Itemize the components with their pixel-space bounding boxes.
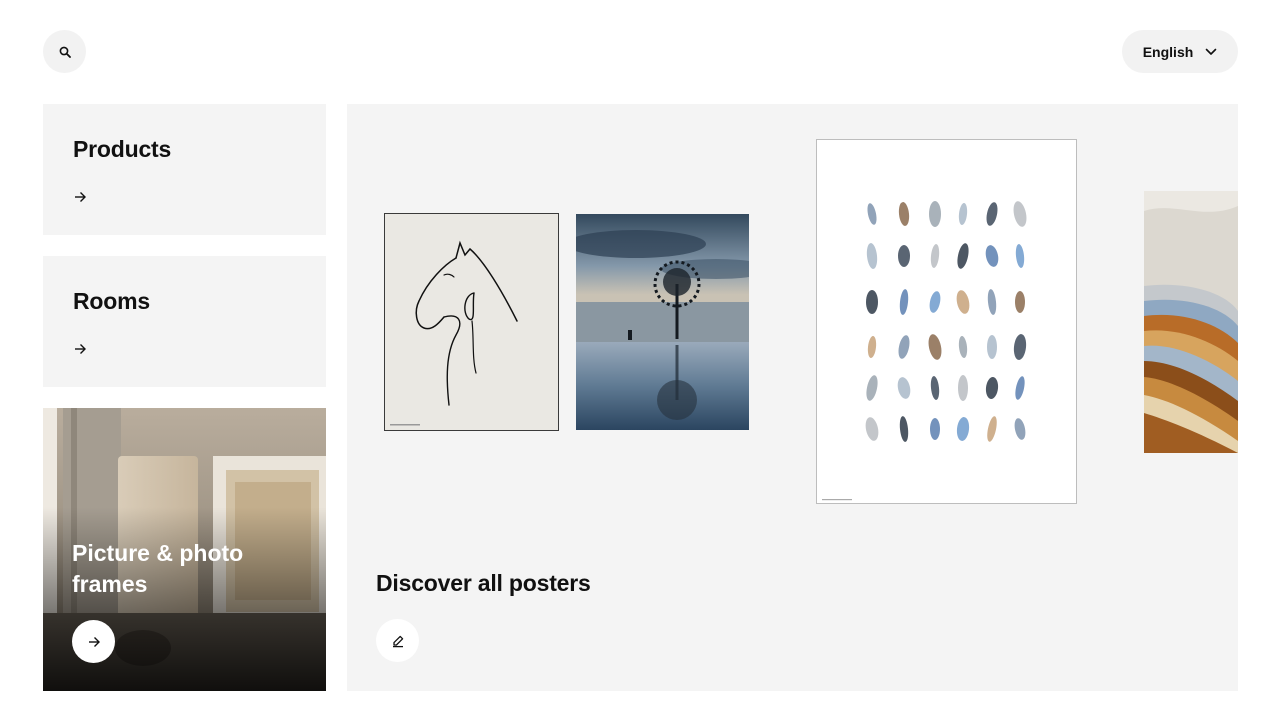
rooms-tile[interactable]: Rooms xyxy=(43,256,326,387)
pencil-icon xyxy=(392,635,403,647)
tree-reflection-poster[interactable] xyxy=(576,214,749,430)
language-selector[interactable]: English xyxy=(1122,30,1238,73)
picture-frames-arrow-button[interactable] xyxy=(72,620,115,663)
arrow-right-icon xyxy=(75,344,86,354)
products-title: Products xyxy=(73,136,172,162)
feather-illustration xyxy=(1015,291,1025,313)
products-tile[interactable]: Products xyxy=(43,104,326,235)
picture-frames-title: Picture & photo frames xyxy=(72,540,244,597)
discover-posters-title: Discover all posters xyxy=(376,570,591,596)
picture-frames-tile[interactable]: Picture & photo frames xyxy=(43,408,326,691)
rooms-title: Rooms xyxy=(73,288,150,314)
feather-illustration xyxy=(898,245,910,267)
arrow-right-icon xyxy=(75,192,86,202)
language-label: English xyxy=(1142,43,1194,60)
agate-poster[interactable] xyxy=(1144,191,1238,453)
horse-line-poster[interactable] xyxy=(384,213,559,431)
arrow-right-icon xyxy=(88,636,100,647)
feather-illustration xyxy=(987,335,997,359)
chevron-down-icon xyxy=(1205,48,1217,55)
feather-illustration xyxy=(930,418,940,440)
search-icon xyxy=(59,46,71,58)
feather-illustration xyxy=(929,201,941,227)
search-button[interactable] xyxy=(43,30,86,73)
feathers-poster[interactable] xyxy=(816,139,1077,504)
feather-illustration xyxy=(866,290,878,314)
posters-panel[interactable]: Discover all posters xyxy=(347,104,1238,691)
discover-posters-button[interactable] xyxy=(376,619,419,662)
feather-illustration xyxy=(958,375,968,401)
